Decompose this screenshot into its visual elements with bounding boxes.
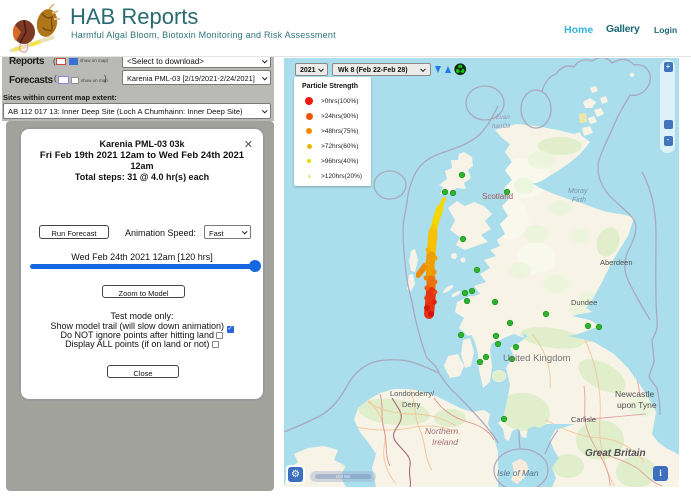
svg-text:United Kingdom: United Kingdom <box>503 353 571 364</box>
svg-text:harrOil: harrOil <box>492 124 511 130</box>
svg-text:Isle of Man: Isle of Man <box>497 468 539 478</box>
svg-text:Ireland: Ireland <box>432 437 458 447</box>
svg-text:Scotland: Scotland <box>482 192 513 201</box>
svg-text:Dundee: Dundee <box>571 298 597 307</box>
svg-text:Derry: Derry <box>402 400 421 409</box>
svg-text:Northern: Northern <box>425 426 458 436</box>
svg-text:Newcastle: Newcastle <box>615 389 654 399</box>
svg-text:Firth: Firth <box>572 197 586 204</box>
svg-text:Londonderry/: Londonderry/ <box>390 389 435 398</box>
svg-text:Carlisle: Carlisle <box>571 415 596 424</box>
svg-text:Great Britain: Great Britain <box>585 448 646 459</box>
svg-text:Evan: Evan <box>496 115 510 121</box>
svg-text:Moray: Moray <box>568 188 588 195</box>
svg-text:upon Tyne: upon Tyne <box>617 400 657 410</box>
svg-text:Aberdeen: Aberdeen <box>600 258 633 267</box>
